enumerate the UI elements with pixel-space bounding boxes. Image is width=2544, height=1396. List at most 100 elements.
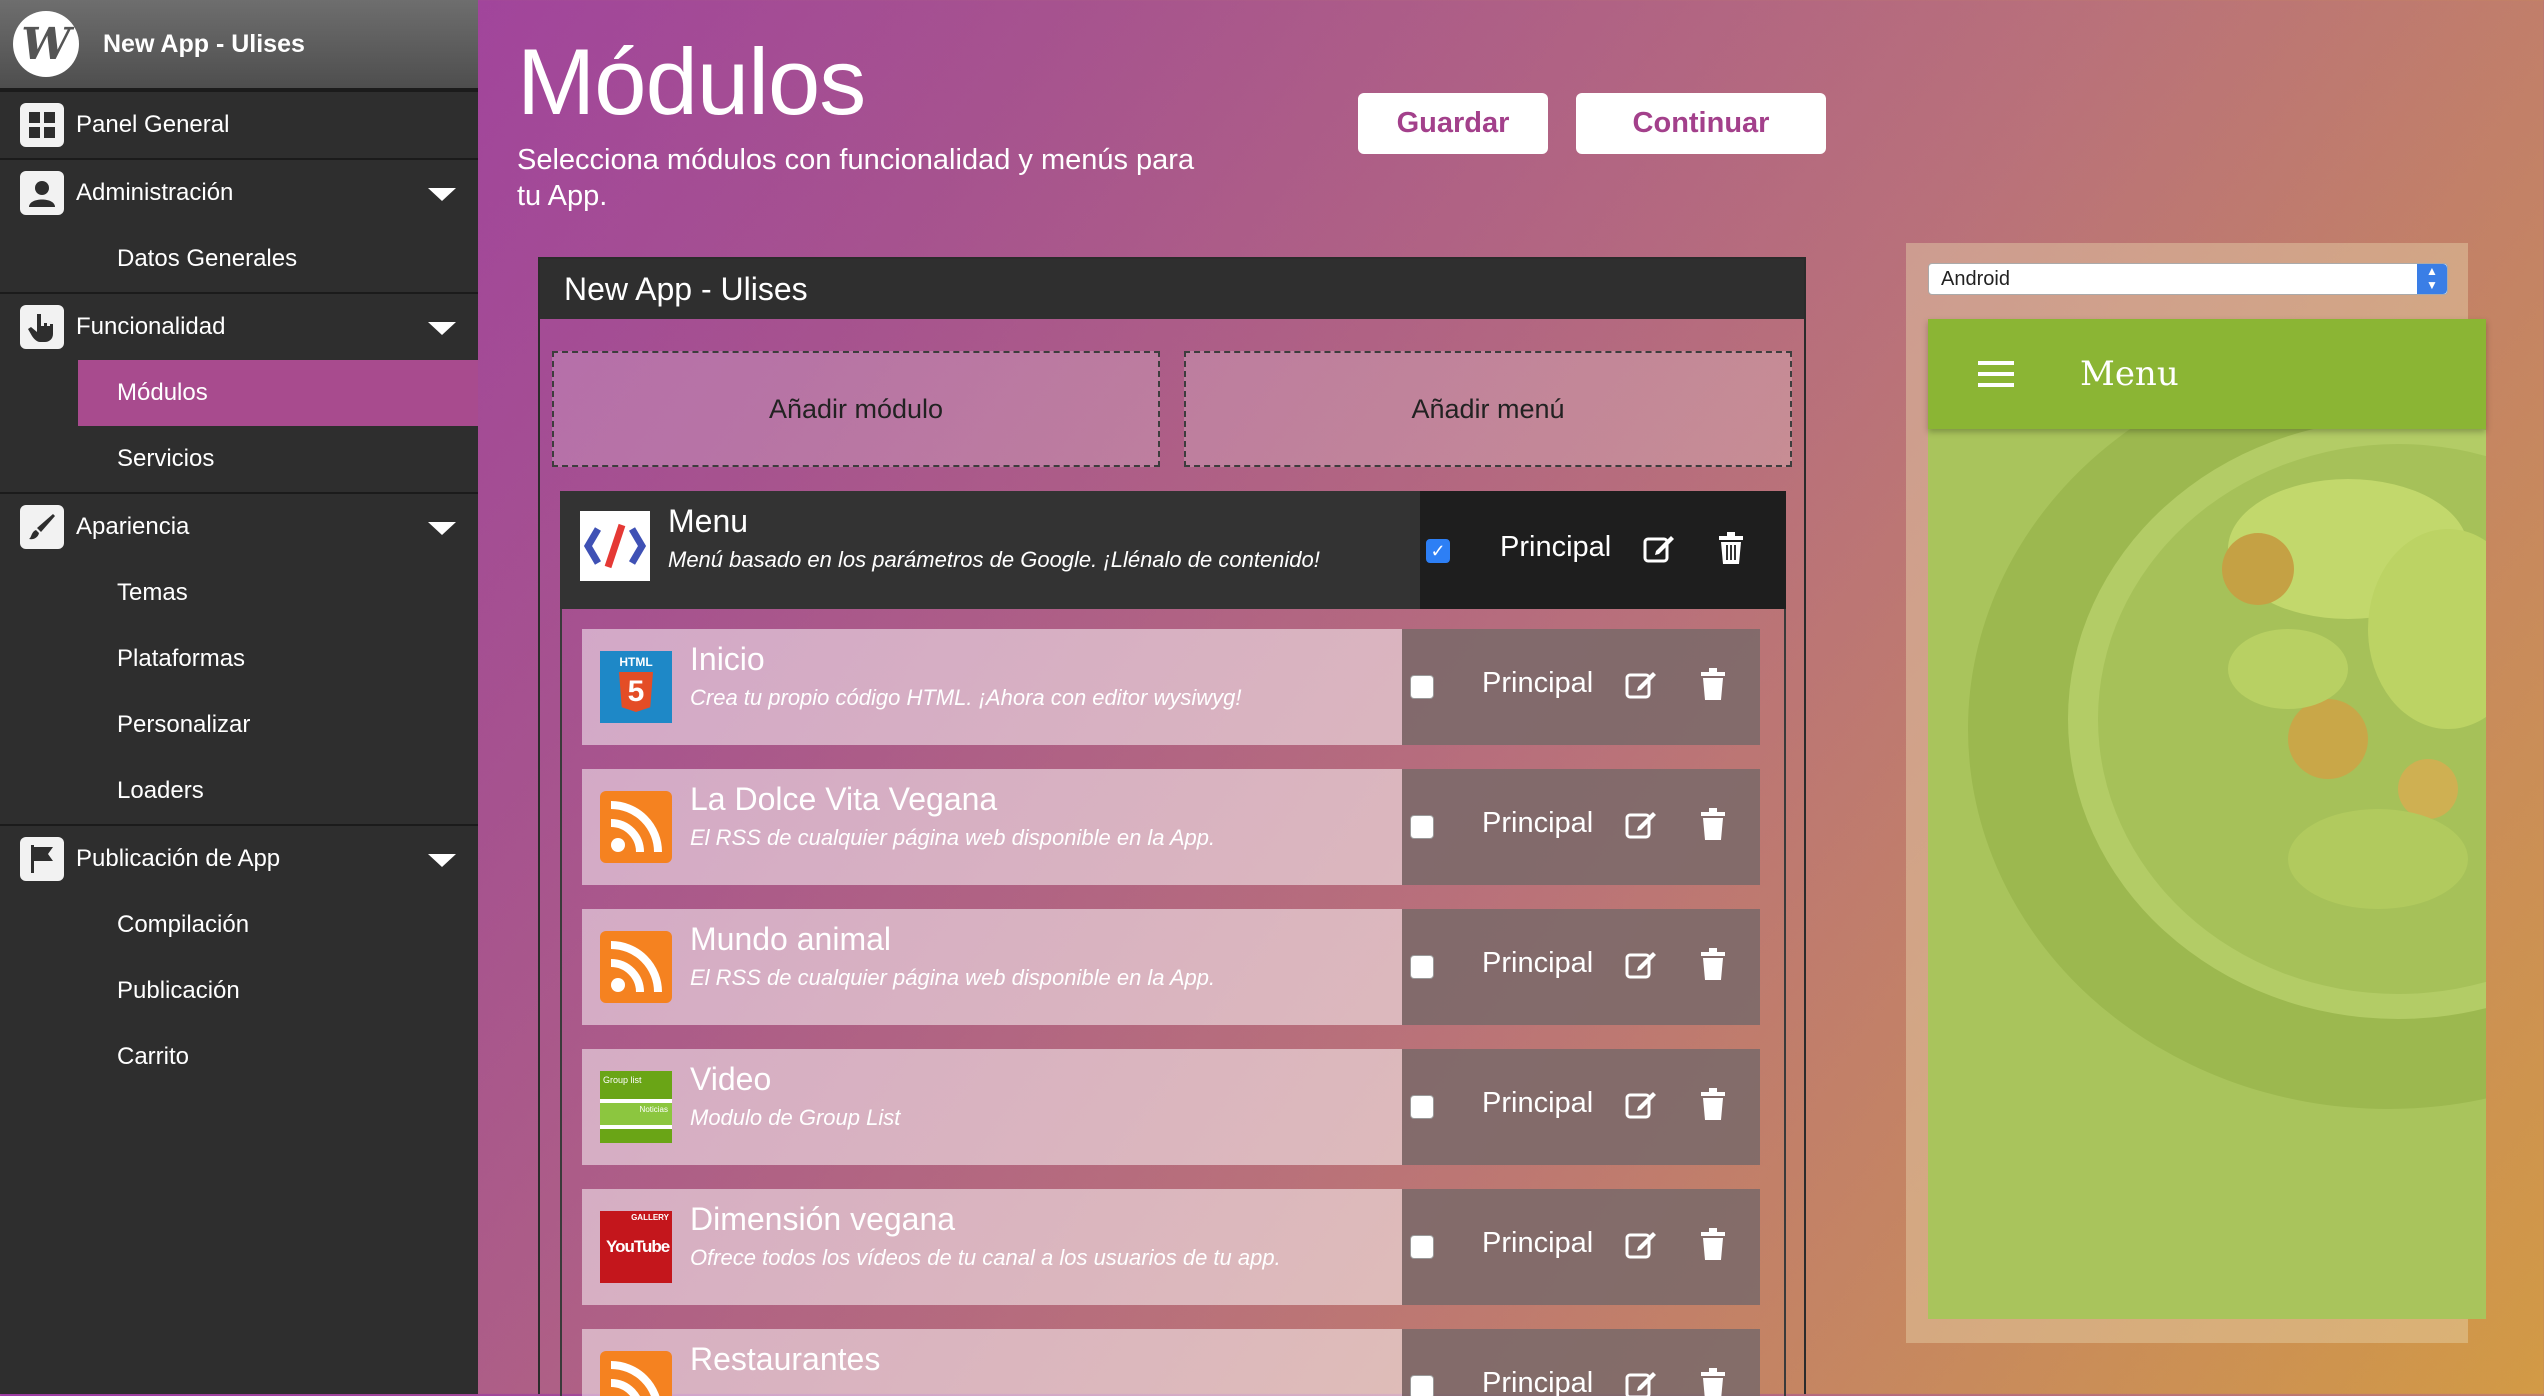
group-list-icon: Group list Noticias [600, 1071, 672, 1143]
principal-checkbox[interactable] [1410, 1375, 1434, 1396]
principal-checkbox[interactable] [1410, 1095, 1434, 1119]
module-desc: Modulo de Group List [690, 1105, 901, 1130]
nav-administracion[interactable]: Administración [0, 158, 478, 226]
module-name: La Dolce Vita Vegana [690, 781, 998, 817]
trash-icon[interactable] [1716, 531, 1746, 565]
module-row[interactable]: Mundo animal El RSS de cualquier página … [582, 909, 1760, 1025]
page-title: Módulos [517, 29, 866, 134]
principal-checkbox[interactable] [1410, 1235, 1434, 1259]
module-controls: Principal [1402, 1189, 1760, 1305]
nav-sub-temas[interactable]: Temas [0, 560, 478, 626]
module-controls: Principal [1402, 769, 1760, 885]
edit-icon[interactable] [1642, 531, 1676, 565]
html5-icon: HTML 5 [600, 651, 672, 723]
app-name: New App - Ulises [103, 29, 305, 58]
module-controls: ✓ Principal [1420, 491, 1786, 609]
nav-apariencia[interactable]: Apariencia [0, 492, 478, 560]
hand-pointer-icon [20, 305, 64, 349]
nav-sub-plataformas[interactable]: Plataformas [0, 626, 478, 692]
module-desc: Crea tu propio código HTML. ¡Ahora con e… [690, 685, 1242, 710]
principal-checkbox[interactable] [1410, 815, 1434, 839]
polymer-icon [580, 511, 650, 581]
principal-checkbox[interactable]: ✓ [1426, 539, 1450, 563]
trash-icon[interactable] [1698, 1367, 1728, 1396]
save-button[interactable]: Guardar [1358, 93, 1548, 154]
trash-icon[interactable] [1698, 1227, 1728, 1261]
edit-icon[interactable] [1624, 667, 1658, 701]
preview-background [1928, 429, 2486, 1319]
add-menu-button[interactable]: Añadir menú [1184, 351, 1792, 467]
module-controls: Principal [1402, 909, 1760, 1025]
preview-app-title: Menu [2080, 354, 2179, 394]
edit-icon[interactable] [1624, 1367, 1658, 1396]
dashboard-icon [20, 103, 64, 147]
module-name: Video [690, 1061, 772, 1097]
app-logo: W [13, 11, 79, 77]
menu-row[interactable]: Menu Menú basado en los parámetros de Go… [560, 491, 1786, 609]
hamburger-icon[interactable] [1978, 354, 2014, 394]
principal-label: Principal [1482, 947, 1594, 979]
module-desc: Ofrece todos los vídeos de tu canal a lo… [690, 1245, 1281, 1270]
principal-checkbox[interactable] [1410, 675, 1434, 699]
module-row[interactable]: HTML 5 Inicio Crea tu propio código HTML… [582, 629, 1760, 745]
salad-image [1928, 429, 2486, 1319]
edit-icon[interactable] [1624, 1087, 1658, 1121]
module-controls: Principal [1402, 629, 1760, 745]
youtube-icon: GALLERY YouTube [600, 1211, 672, 1283]
chevron-down-icon[interactable] [428, 188, 456, 201]
nav-sub-compilacion[interactable]: Compilación [0, 892, 478, 958]
app-preview: Android ▲ ▼ Menu [1906, 243, 2486, 1343]
add-module-button[interactable]: Añadir módulo [552, 351, 1160, 467]
phone-screen: Menu [1928, 319, 2486, 1319]
trash-icon[interactable] [1698, 667, 1728, 701]
nav-sub-datos-generales[interactable]: Datos Generales [0, 226, 478, 292]
platform-select[interactable]: Android ▲ ▼ [1928, 263, 2448, 295]
chevron-down-icon[interactable] [428, 322, 456, 335]
rss-icon [600, 931, 672, 1003]
user-icon [20, 171, 64, 215]
nav-sub-servicios[interactable]: Servicios [0, 426, 478, 492]
module-name: Dimensión vegana [690, 1201, 956, 1237]
trash-icon[interactable] [1698, 1087, 1728, 1121]
chevron-down-icon[interactable] [428, 522, 456, 535]
app-structure-panel: New App - Ulises Añadir módulo Añadir me… [538, 257, 1806, 1396]
module-desc: El RSS de cualquier página web disponibl… [690, 965, 1216, 990]
principal-checkbox[interactable] [1410, 955, 1434, 979]
module-name: Menu [668, 503, 749, 539]
nav-sub-personalizar[interactable]: Personalizar [0, 692, 478, 758]
edit-icon[interactable] [1624, 807, 1658, 841]
menu-children: HTML 5 Inicio Crea tu propio código HTML… [560, 609, 1786, 1396]
nav-sub-modulos[interactable]: Módulos [78, 360, 478, 426]
nav-sub-carrito[interactable]: Carrito [0, 1024, 478, 1090]
module-row[interactable]: La Dolce Vita Vegana El RSS de cualquier… [582, 769, 1760, 885]
module-row[interactable]: GALLERY YouTube Dimensión vegana Ofrece … [582, 1189, 1760, 1305]
nav-label: Panel General [76, 111, 230, 138]
platform-value: Android [1941, 268, 2010, 290]
brand-bar[interactable]: W New App - Ulises [0, 0, 478, 90]
edit-icon[interactable] [1624, 947, 1658, 981]
trash-icon[interactable] [1698, 947, 1728, 981]
nav-label: Administración [76, 179, 234, 206]
module-controls: Principal [1402, 1329, 1760, 1396]
nav-sub-loaders[interactable]: Loaders [0, 758, 478, 824]
trash-icon[interactable] [1698, 807, 1728, 841]
continue-button[interactable]: Continuar [1576, 93, 1826, 154]
nav-publicacion-app[interactable]: Publicación de App [0, 824, 478, 892]
preview-appbar: Menu [1928, 319, 2486, 429]
page-subtitle: Selecciona módulos con funcionalidad y m… [517, 144, 1195, 212]
nav-funcionalidad[interactable]: Funcionalidad [0, 292, 478, 360]
module-desc: Menú basado en los parámetros de Google.… [668, 547, 1320, 572]
edit-icon[interactable] [1624, 1227, 1658, 1261]
chevron-down-icon[interactable] [428, 854, 456, 867]
module-row[interactable]: Restaurantes Principal [582, 1329, 1760, 1396]
panel-title: New App - Ulises [540, 259, 1804, 319]
nav-sub-publicacion[interactable]: Publicación [0, 958, 478, 1024]
nav-label: Funcionalidad [76, 313, 226, 340]
module-desc: El RSS de cualquier página web disponibl… [690, 825, 1216, 850]
nav-panel-general[interactable]: Panel General [0, 90, 478, 158]
module-name: Restaurantes [690, 1341, 881, 1377]
sidebar: W New App - Ulises Panel General Adminis… [0, 0, 478, 1394]
select-arrows-icon: ▲ ▼ [2417, 264, 2447, 294]
module-row[interactable]: Group list Noticias Video Modulo de Grou… [582, 1049, 1760, 1165]
nav-label: Apariencia [76, 513, 190, 540]
